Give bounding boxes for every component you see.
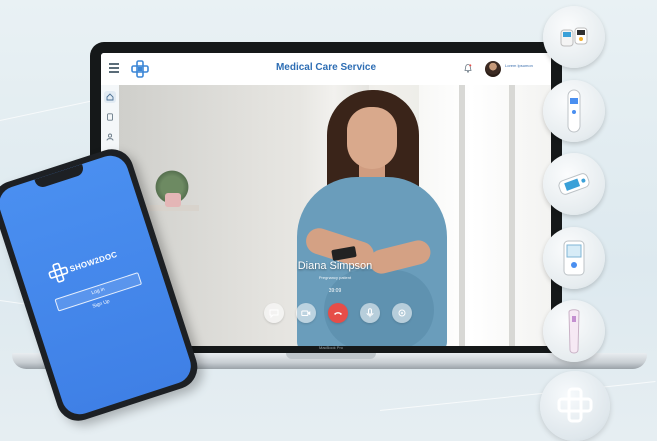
sidebar-item-users[interactable] xyxy=(104,131,116,143)
thermometer-bubble xyxy=(543,80,605,142)
thermometer-icon xyxy=(567,89,581,133)
medical-cross-icon xyxy=(48,262,69,283)
background-line xyxy=(379,381,656,411)
user-name[interactable]: Lorem Ipsumon xyxy=(505,63,545,68)
blood-pressure-monitor-icon xyxy=(563,240,585,276)
call-controls xyxy=(264,303,454,325)
patient-face xyxy=(347,107,397,169)
caller-role: Pregnancy patient xyxy=(318,275,352,280)
end-call-icon xyxy=(334,312,342,315)
document-icon xyxy=(107,113,113,121)
call-timer: 39:09 xyxy=(328,288,342,294)
medical-cross-bubble xyxy=(540,371,610,441)
home-icon xyxy=(106,93,114,101)
microphone-icon xyxy=(366,308,374,318)
sidebar-item-home[interactable] xyxy=(104,91,116,103)
laptop-label: MacBook Pro xyxy=(318,345,343,350)
bell-icon[interactable] xyxy=(464,64,472,73)
plant-pot xyxy=(165,193,181,207)
users-icon xyxy=(106,133,114,141)
settings-button[interactable] xyxy=(392,303,412,323)
avatar[interactable] xyxy=(485,61,501,77)
caller-name: Diana Simpson xyxy=(297,260,373,272)
app-title: Medical Care Service xyxy=(275,62,377,73)
fetal-doppler-icon xyxy=(568,309,580,354)
blood-glucose-meter-icon xyxy=(560,27,588,47)
chat-icon xyxy=(269,309,279,318)
chat-button[interactable] xyxy=(264,303,284,323)
sidebar-item-documents[interactable] xyxy=(104,111,116,123)
blood-glucose-meter-bubble xyxy=(543,6,605,68)
pulse-oximeter-icon xyxy=(558,173,590,195)
medical-cross-icon xyxy=(557,387,593,423)
blood-pressure-monitor-bubble xyxy=(543,227,605,289)
fetal-doppler-bubble xyxy=(543,300,605,362)
app-header: Medical Care Service Lorem Ipsumon xyxy=(101,53,551,86)
end-call-button[interactable] xyxy=(328,303,348,323)
microphone-button[interactable] xyxy=(360,303,380,323)
pulse-oximeter-bubble xyxy=(543,153,605,215)
video-call-area: Diana Simpson Pregnancy patient 39:09 xyxy=(119,85,551,346)
video-button[interactable] xyxy=(296,303,316,323)
phone-brand-name: SHOW2DOC xyxy=(68,249,119,274)
video-icon xyxy=(301,310,311,316)
phone-notch xyxy=(34,164,86,190)
settings-icon xyxy=(398,309,406,317)
laptop-notch xyxy=(286,353,376,359)
